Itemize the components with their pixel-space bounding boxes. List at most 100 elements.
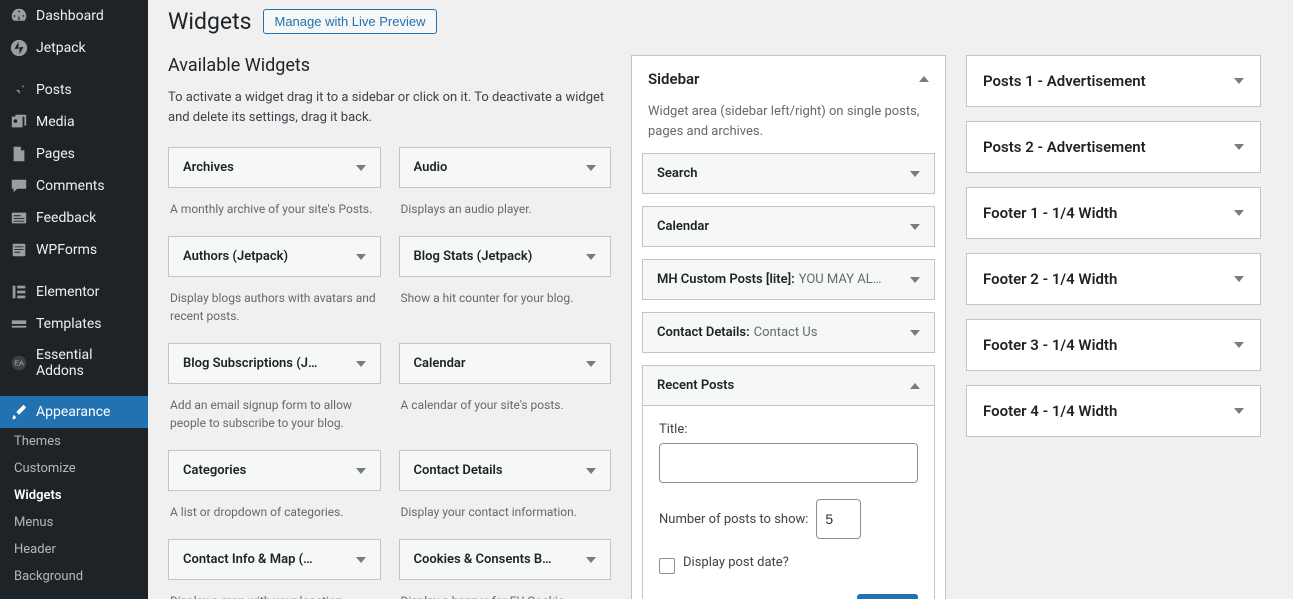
svg-text:EA: EA (14, 359, 24, 368)
admin-menu: Dashboard Jetpack Posts Media Pages (0, 0, 148, 599)
widget-label: Contact Details: (657, 325, 750, 340)
num-posts-input[interactable] (816, 499, 861, 539)
available-widgets-desc: To activate a widget drag it to a sideba… (168, 88, 611, 127)
submenu-themes[interactable]: Themes (0, 428, 148, 455)
area-label: Footer 2 - 1/4 Width (983, 270, 1117, 288)
area-footer-1[interactable]: Footer 1 - 1/4 Width (966, 187, 1261, 239)
area-posts-1-ad[interactable]: Posts 1 - Advertisement (966, 55, 1261, 107)
widget-desc: Display a banner for EU Cookie (399, 580, 612, 599)
right-areas-col: Posts 1 - Advertisement Posts 2 - Advert… (966, 55, 1261, 451)
widget-desc: Show a hit counter for your blog. (399, 277, 612, 325)
chevron-down-icon (1234, 210, 1244, 216)
chevron-down-icon (356, 165, 366, 171)
menu-item-essential-addons[interactable]: EA Essential Addons (0, 340, 148, 386)
menu-label: Comments (36, 178, 105, 194)
recent-posts-panel: Title: Number of posts to show: Display … (642, 406, 935, 599)
widget-desc: Add an email signup form to allow people… (168, 384, 381, 450)
chevron-down-icon (910, 277, 920, 283)
menu-item-media[interactable]: Media (0, 106, 148, 138)
widget-contact-info-map[interactable]: Contact Info & Map (… (168, 539, 381, 580)
menu-item-comments[interactable]: Comments (0, 170, 148, 202)
menu-label: Essential Addons (36, 347, 138, 379)
menu-label: Pages (36, 146, 75, 162)
widget-title: Blog Stats (Jetpack) (414, 249, 533, 264)
display-date-checkbox[interactable] (659, 558, 675, 574)
menu-item-wpforms[interactable]: WPForms (0, 234, 148, 266)
menu-item-posts[interactable]: Posts (0, 74, 148, 106)
chevron-down-icon (356, 557, 366, 563)
pin-icon (10, 81, 28, 99)
saved-button[interactable]: Saved (857, 594, 918, 599)
chevron-down-icon (586, 254, 596, 260)
appearance-submenu: Themes Customize Widgets Menus Header Ba… (0, 428, 148, 596)
widget-blog-stats[interactable]: Blog Stats (Jetpack) (399, 236, 612, 277)
widget-title: Cookies & Consents B… (414, 552, 552, 567)
area-footer-3[interactable]: Footer 3 - 1/4 Width (966, 319, 1261, 371)
widget-cookies-consents[interactable]: Cookies & Consents B… (399, 539, 612, 580)
chevron-down-icon (1234, 144, 1244, 150)
feedback-icon (10, 209, 28, 227)
widget-title: Authors (Jetpack) (183, 249, 288, 264)
menu-item-jetpack[interactable]: Jetpack (0, 32, 148, 64)
widget-desc: Display blogs authors with avatars and r… (168, 277, 381, 343)
comments-icon (10, 177, 28, 195)
area-title: Sidebar (648, 70, 699, 88)
widget-desc: Display a map with your location, (168, 580, 381, 599)
area-footer-2[interactable]: Footer 2 - 1/4 Width (966, 253, 1261, 305)
chevron-down-icon (586, 165, 596, 171)
submenu-customize[interactable]: Customize (0, 455, 148, 482)
menu-item-pages[interactable]: Pages (0, 138, 148, 170)
area-footer-4[interactable]: Footer 4 - 1/4 Width (966, 385, 1261, 437)
chevron-down-icon (356, 468, 366, 474)
menu-label: Posts (36, 82, 72, 98)
live-preview-button[interactable]: Manage with Live Preview (263, 9, 436, 34)
menu-item-dashboard[interactable]: Dashboard (0, 0, 148, 32)
widget-blog-subscriptions[interactable]: Blog Subscriptions (J… (168, 343, 381, 384)
widget-title: Contact Info & Map (… (183, 552, 313, 567)
sidebar-widget-calendar[interactable]: Calendar (642, 206, 935, 247)
menu-separator (0, 64, 148, 74)
menu-item-appearance[interactable]: Appearance (0, 396, 148, 428)
widget-archives[interactable]: Archives (168, 147, 381, 188)
widget-desc: A monthly archive of your site's Posts. (168, 188, 381, 236)
widget-title: Audio (414, 160, 448, 175)
widget-title: Calendar (414, 356, 466, 371)
area-label: Footer 1 - 1/4 Width (983, 204, 1117, 222)
area-posts-2-ad[interactable]: Posts 2 - Advertisement (966, 121, 1261, 173)
title-input[interactable] (659, 443, 918, 483)
templates-icon (10, 315, 28, 333)
area-label: Posts 2 - Advertisement (983, 138, 1146, 156)
menu-item-templates[interactable]: Templates (0, 308, 148, 340)
menu-item-feedback[interactable]: Feedback (0, 202, 148, 234)
sidebar-widget-contact-details[interactable]: Contact Details: Contact Us (642, 312, 935, 353)
submenu-widgets[interactable]: Widgets (0, 482, 148, 509)
sidebar-area-head[interactable]: Sidebar (632, 56, 945, 102)
submenu-header[interactable]: Header (0, 536, 148, 563)
sidebar-widget-search[interactable]: Search (642, 153, 935, 194)
widget-contact-details[interactable]: Contact Details (399, 450, 612, 491)
widget-label: Recent Posts (657, 378, 734, 393)
page-header: Widgets Manage with Live Preview (168, 0, 1273, 55)
page-icon (10, 145, 28, 163)
ea-icon: EA (10, 354, 28, 372)
title-label: Title: (659, 422, 918, 437)
widget-categories[interactable]: Categories (168, 450, 381, 491)
menu-item-elementor[interactable]: Elementor (0, 276, 148, 308)
menu-separator (0, 386, 148, 396)
sidebar-widget-mh-custom-posts[interactable]: MH Custom Posts [lite]: YOU MAY AL… (642, 259, 935, 300)
widget-authors[interactable]: Authors (Jetpack) (168, 236, 381, 277)
display-date-label: Display post date? (683, 555, 789, 570)
sidebar-widget-recent-posts[interactable]: Recent Posts (642, 365, 935, 406)
available-widgets-heading: Available Widgets (168, 55, 611, 76)
widget-desc: Display your contact information. (399, 491, 612, 539)
media-icon (10, 113, 28, 131)
submenu-menus[interactable]: Menus (0, 509, 148, 536)
area-desc: Widget area (sidebar left/right) on sing… (632, 102, 945, 153)
submenu-background[interactable]: Background (0, 563, 148, 590)
chevron-down-icon (586, 557, 596, 563)
widget-title: Archives (183, 160, 234, 175)
sidebar-area-col: Sidebar Widget area (sidebar left/right)… (631, 55, 946, 599)
widget-calendar[interactable]: Calendar (399, 343, 612, 384)
widget-audio[interactable]: Audio (399, 147, 612, 188)
menu-label: Elementor (36, 284, 99, 300)
